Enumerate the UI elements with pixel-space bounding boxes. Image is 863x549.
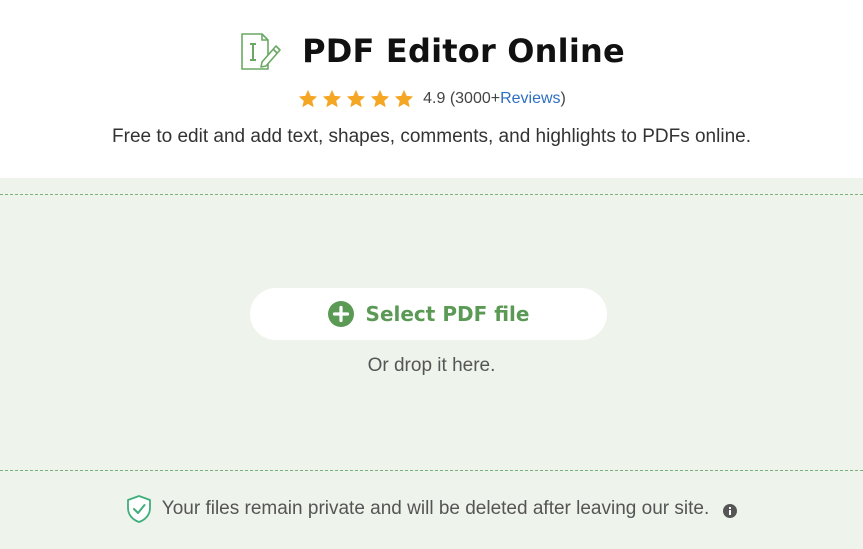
select-pdf-button[interactable]: Select PDF file [250, 288, 607, 340]
star-icon [393, 88, 415, 110]
dropzone-border-top [0, 194, 863, 195]
drop-hint: Or drop it here. [367, 355, 496, 376]
file-dropzone[interactable]: Select PDF file Or drop it here. Your fi… [0, 178, 863, 549]
star-icon [345, 88, 367, 110]
page-subtitle: Free to edit and add text, shapes, comme… [112, 126, 751, 147]
star-icon [369, 88, 391, 110]
rating-count-prefix: (3000+ [449, 90, 501, 107]
rating-count-suffix: ) [560, 90, 566, 107]
title-row: PDF Editor Online [0, 26, 863, 76]
reviews-link[interactable]: Reviews [500, 90, 560, 108]
info-icon[interactable] [723, 502, 738, 518]
rating-row: 4.9 (3000+ Reviews ) [0, 86, 863, 112]
shield-check-icon [126, 494, 152, 524]
privacy-text: Your files remain private and will be de… [161, 498, 710, 519]
rating-score: 4.9 [423, 90, 446, 107]
star-icon [297, 88, 319, 110]
pdf-edit-icon [238, 28, 284, 74]
dropzone-border-bottom [0, 470, 863, 471]
select-pdf-label: Select PDF file [365, 302, 530, 326]
privacy-notice: Your files remain private and will be de… [0, 492, 863, 526]
star-icon [321, 88, 343, 110]
page-header: PDF Editor Online 4.9 (3000+ Reviews ) F… [0, 0, 863, 178]
plus-circle-icon [327, 301, 354, 327]
page-title: PDF Editor Online [302, 32, 625, 70]
star-rating [297, 88, 415, 110]
